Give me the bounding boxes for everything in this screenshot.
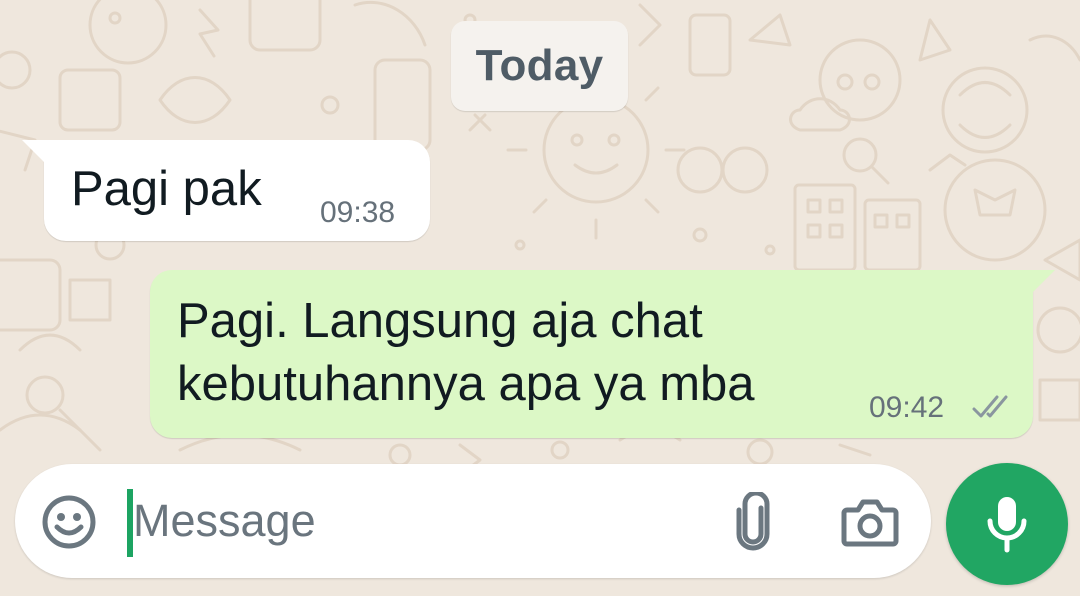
- date-separator: Today: [451, 21, 628, 111]
- message-text: Pagi pak: [71, 162, 262, 216]
- message-timestamp: 09:42: [869, 391, 945, 424]
- emoji-icon[interactable]: [41, 494, 97, 550]
- outgoing-message[interactable]: Pagi. Langsung aja chat kebutuhannya apa…: [150, 270, 1055, 438]
- double-check-icon: [972, 395, 1008, 418]
- message-line: kebutuhannya apa ya mba: [177, 357, 755, 411]
- paperclip-icon[interactable]: [731, 492, 775, 552]
- message-timestamp: 09:38: [320, 196, 396, 229]
- incoming-message[interactable]: Pagi pak 09:38: [22, 140, 430, 241]
- bubble-tail: [1033, 270, 1055, 292]
- bubble-tail: [22, 140, 44, 162]
- message-input[interactable]: [133, 478, 693, 564]
- message-line: Pagi. Langsung aja chat: [177, 294, 703, 348]
- camera-icon[interactable]: [841, 496, 899, 548]
- message-text: Pagi. Langsung aja chat kebutuhannya apa…: [177, 290, 755, 416]
- message-composer: [15, 464, 931, 578]
- voice-message-button[interactable]: [946, 463, 1068, 585]
- microphone-icon: [987, 497, 1027, 553]
